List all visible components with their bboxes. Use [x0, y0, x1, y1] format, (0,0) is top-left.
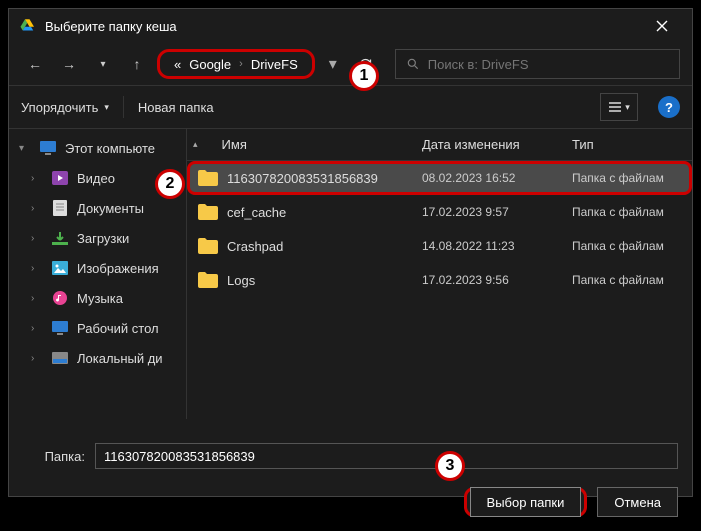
folder-row[interactable]: 116307820083531856839 08.02.2023 16:52 П… [187, 161, 692, 195]
sidebar-item-music[interactable]: › Музыка [9, 283, 186, 313]
sidebar-item-label: Изображения [77, 261, 159, 276]
chevron-down-icon: ▾ [104, 102, 109, 113]
chevron-right-icon: › [31, 173, 43, 184]
folder-name: Logs [227, 273, 422, 288]
toolbar: Упорядочить ▾ Новая папка ▾ ? [9, 85, 692, 129]
search-icon [406, 57, 420, 71]
sidebar-item-downloads[interactable]: › Загрузки [9, 223, 186, 253]
folder-name: 116307820083531856839 [227, 171, 422, 186]
folder-picker-dialog: Выберите папку кеша ← → ▾ ↑ « Google › D… [8, 8, 693, 497]
folder-type: Папка с файлам [572, 205, 682, 219]
sidebar-item-label: Локальный ди [77, 351, 163, 366]
sidebar-item-label: Документы [77, 201, 144, 216]
breadcrumb[interactable]: « Google › DriveFS [157, 49, 315, 79]
chevron-right-icon: › [239, 58, 243, 70]
column-headers[interactable]: ▴ Имя Дата изменения Тип [187, 129, 692, 161]
folder-icon [197, 203, 219, 221]
folder-name: Crashpad [227, 239, 422, 254]
folder-icon [197, 271, 219, 289]
folder-input[interactable] [95, 443, 678, 469]
document-icon [51, 199, 69, 217]
chevron-down-icon: ▾ [19, 143, 31, 154]
folder-label: Папка: [23, 449, 85, 464]
folder-date: 08.02.2023 16:52 [422, 171, 572, 185]
breadcrumb-item[interactable]: DriveFS [251, 57, 298, 72]
list-view-icon [608, 101, 622, 113]
folder-date: 17.02.2023 9:56 [422, 273, 572, 287]
recent-dropdown-icon[interactable]: ▾ [89, 50, 117, 78]
monitor-icon [39, 139, 57, 157]
cancel-button[interactable]: Отмена [597, 487, 678, 517]
chevron-right-icon: › [31, 263, 43, 274]
up-button[interactable]: ↑ [123, 50, 151, 78]
help-button[interactable]: ? [658, 96, 680, 118]
breadcrumb-more-icon: « [174, 57, 181, 72]
organize-menu[interactable]: Упорядочить ▾ [21, 100, 109, 115]
separator [123, 96, 124, 118]
folder-row[interactable]: Logs 17.02.2023 9:56 Папка с файлам [187, 263, 692, 297]
new-folder-button[interactable]: Новая папка [138, 100, 214, 115]
forward-button[interactable]: → [55, 50, 83, 78]
folder-type: Папка с файлам [572, 239, 682, 253]
disk-icon [51, 349, 69, 367]
search-input[interactable] [428, 57, 669, 72]
callout-2: 2 [155, 169, 185, 199]
folder-icon [197, 169, 219, 187]
folder-date: 14.08.2022 11:23 [422, 239, 572, 253]
chevron-right-icon: › [31, 203, 43, 214]
column-name[interactable]: Имя [222, 137, 247, 152]
column-type[interactable]: Тип [572, 137, 682, 152]
sidebar-item-label: Этот компьюте [65, 141, 155, 156]
folder-type: Папка с файлам [572, 273, 682, 287]
chevron-right-icon: › [31, 353, 43, 364]
folder-name: cef_cache [227, 205, 422, 220]
titlebar: Выберите папку кеша [9, 9, 692, 43]
music-icon [51, 289, 69, 307]
sidebar-item-desktop[interactable]: › Рабочий стол [9, 313, 186, 343]
folder-field: Папка: [9, 433, 692, 479]
sidebar-item-documents[interactable]: › Документы [9, 193, 186, 223]
sidebar-item-label: Видео [77, 171, 115, 186]
dialog-buttons: Выбор папки Отмена [9, 479, 692, 531]
sidebar-item-pictures[interactable]: › Изображения [9, 253, 186, 283]
breadcrumb-item[interactable]: Google [189, 57, 231, 72]
select-folder-highlight: Выбор папки [464, 487, 588, 517]
video-icon [51, 169, 69, 187]
desktop-icon [51, 319, 69, 337]
chevron-right-icon: › [31, 233, 43, 244]
view-options-button[interactable]: ▾ [600, 93, 638, 121]
back-button[interactable]: ← [21, 50, 49, 78]
search-box[interactable] [395, 49, 680, 79]
folder-date: 17.02.2023 9:57 [422, 205, 572, 219]
select-folder-button[interactable]: Выбор папки [470, 487, 582, 517]
chevron-right-icon: › [31, 293, 43, 304]
image-icon [51, 259, 69, 277]
sidebar-item-local-disk[interactable]: › Локальный ди [9, 343, 186, 373]
sidebar-item-label: Рабочий стол [77, 321, 159, 336]
dialog-title: Выберите папку кеша [45, 19, 642, 34]
folder-row[interactable]: Crashpad 14.08.2022 11:23 Папка с файлам [187, 229, 692, 263]
download-icon [51, 229, 69, 247]
close-button[interactable] [642, 11, 682, 41]
file-list: ▴ Имя Дата изменения Тип 116307820083531… [187, 129, 692, 419]
sidebar-item-label: Загрузки [77, 231, 129, 246]
folder-row[interactable]: cef_cache 17.02.2023 9:57 Папка с файлам [187, 195, 692, 229]
callout-1: 1 [349, 61, 379, 91]
sidebar-item-this-pc[interactable]: ▾ Этот компьюте [9, 133, 186, 163]
callout-3: 3 [435, 451, 465, 481]
chevron-right-icon: › [31, 323, 43, 334]
column-date[interactable]: Дата изменения [422, 137, 572, 152]
google-drive-icon [19, 17, 37, 35]
path-dropdown-icon[interactable]: ▾ [321, 50, 345, 78]
sort-ascending-icon: ▴ [193, 139, 198, 150]
sidebar-item-label: Музыка [77, 291, 123, 306]
folder-icon [197, 237, 219, 255]
folder-type: Папка с файлам [572, 171, 682, 185]
